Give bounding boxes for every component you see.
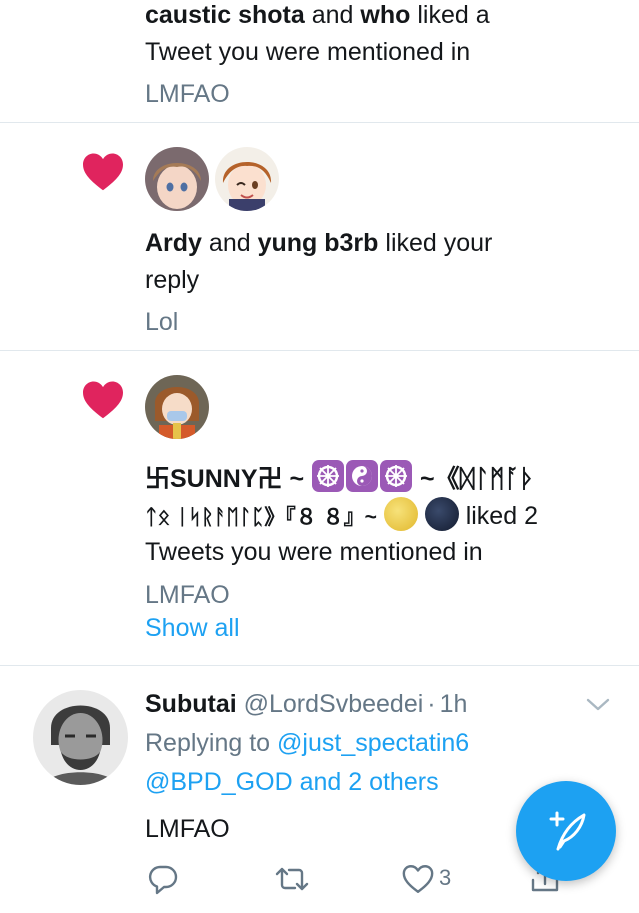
yin-yang-emoji-icon (346, 460, 379, 492)
user-name-ardy[interactable]: Ardy (145, 229, 202, 257)
mention-others-link[interactable]: @BPD_GOD and 2 others (145, 764, 439, 801)
mention-link[interactable]: @just_spectatin6 (277, 729, 469, 757)
avatar[interactable] (145, 147, 209, 211)
wheel-of-dharma-emoji-icon (380, 460, 413, 492)
retweet-icon[interactable] (272, 862, 312, 896)
user-name-sunny-cont[interactable]: ᛏᛟ ᛁᛋᚱᚨᛖᛚᛈ》『８ ８』~ (145, 497, 459, 531)
chevron-down-icon[interactable] (584, 694, 612, 714)
tweet-author-name[interactable]: Subutai (145, 690, 237, 718)
avatar[interactable] (33, 690, 128, 785)
replying-to: Replying to @just_spectatin6 (145, 729, 470, 757)
divider (0, 665, 639, 666)
avatar-warrior-portrait (33, 690, 128, 785)
notification-2-title-line2: reply (145, 266, 200, 294)
notification-1-tweet-snippet: LMFAO (145, 80, 230, 108)
user-name-who[interactable]: who (360, 1, 410, 29)
avatar-anime-girl-masked (145, 375, 209, 439)
like-count: 3 (439, 865, 452, 890)
tweet-author-handle[interactable]: @LordSvbeedei (244, 690, 424, 718)
tweet-timestamp[interactable]: 1h (440, 690, 468, 718)
user-name-caustic-shota[interactable]: caustic shota (145, 1, 305, 29)
reply-icon[interactable] (146, 862, 180, 896)
avatar-anime-girl-brown-hair (145, 147, 209, 211)
notification-3-title: 卐SUNNY卍 ~ ~《ᛞᛚᛗᚪᚦ (145, 460, 535, 498)
notification-3-title-line2: ᛏᛟ ᛁᛋᚱᚨᛖᛚᛈ》『８ ８』~ liked 2 (145, 497, 538, 536)
tweet-body: LMFAO (145, 815, 230, 843)
notification-3-title-line3: Tweets you were mentioned in (145, 538, 483, 566)
heart-icon (83, 381, 123, 419)
show-all-link[interactable]: Show all (145, 610, 240, 647)
compose-tweet-icon (549, 811, 586, 851)
new-moon-emoji-icon (424, 497, 459, 531)
full-moon-emoji-icon (383, 497, 418, 531)
notification-2-title: Ardy and yung b3rb liked your (145, 229, 493, 257)
avatar[interactable] (145, 375, 209, 439)
heart-icon (83, 153, 123, 191)
avatar[interactable] (215, 147, 279, 211)
tweet-header: Subutai @LordSvbeedei · 1h (145, 690, 468, 718)
notification-1-title: caustic shota and who liked a (145, 1, 490, 29)
user-name-sunny[interactable]: 卐SUNNY卍 ~ ~《ᛞᛚᛗᚪᚦ (145, 460, 535, 493)
notification-2-tweet-snippet: Lol (145, 308, 179, 336)
notification-3-tweet-snippet: LMFAO (145, 581, 230, 609)
user-name-yung-b3rb[interactable]: yung b3rb (258, 229, 379, 257)
avatar-anime-girl-orange-hair (215, 147, 279, 211)
notification-1-title-line2: Tweet you were mentioned in (145, 38, 471, 66)
compose-tweet-button[interactable] (516, 781, 616, 881)
divider (0, 350, 639, 351)
divider (0, 122, 639, 123)
wheel-of-dharma-emoji-icon (312, 460, 345, 492)
like-outline-icon[interactable] (401, 862, 435, 896)
